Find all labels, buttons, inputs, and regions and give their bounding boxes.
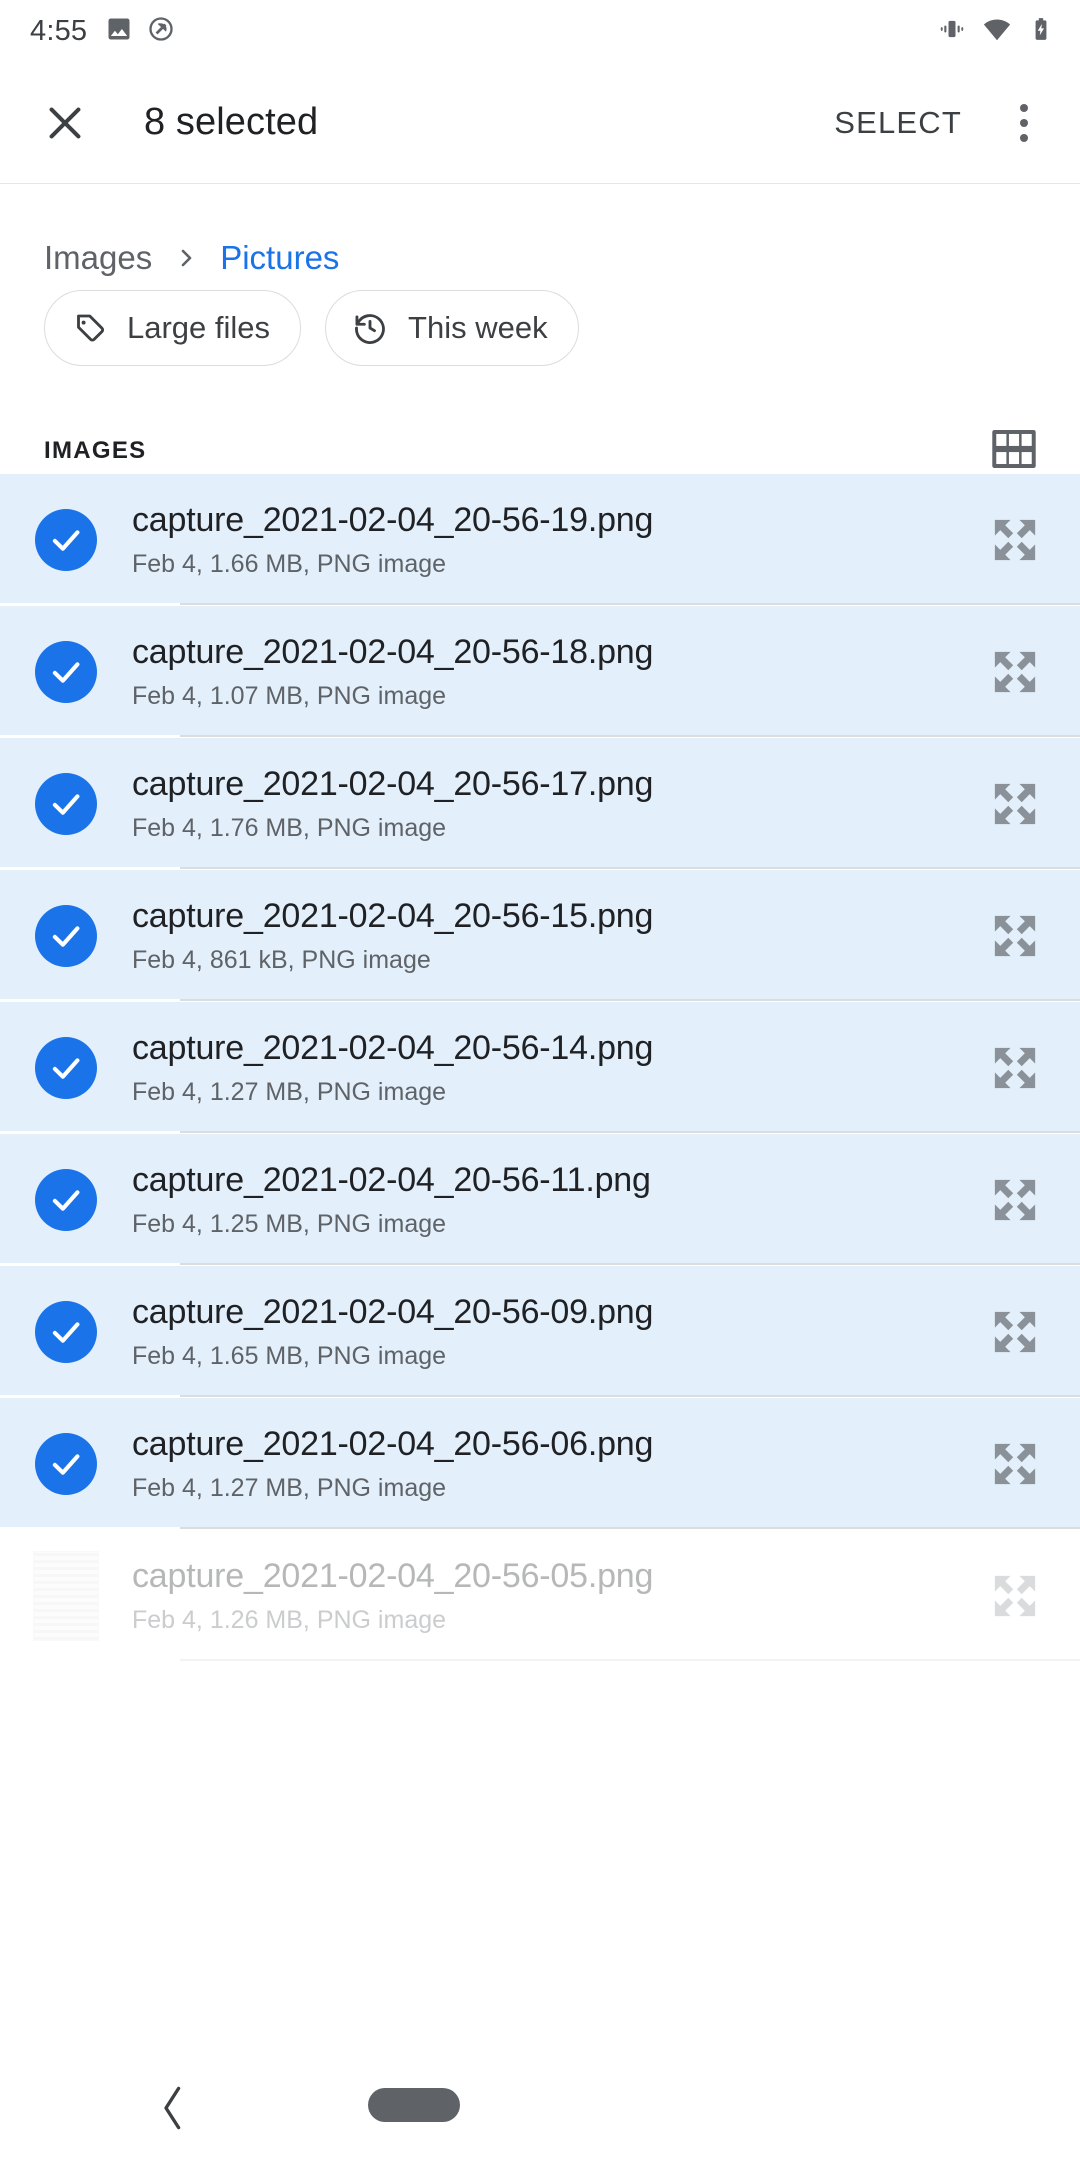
checkbox-circle [35,1169,97,1231]
more-dot [1020,133,1028,142]
file-info: capture_2021-02-04_20-56-17.png Feb 4, 1… [132,765,950,843]
table-row[interactable]: capture_2021-02-04_20-56-18.png Feb 4, 1… [0,606,1080,738]
table-row[interactable]: capture_2021-02-04_20-56-17.png Feb 4, 1… [0,738,1080,870]
row-checkbox-checked[interactable] [0,905,132,967]
do-not-disturb-icon [147,15,175,48]
table-row[interactable]: capture_2021-02-04_20-56-11.png Feb 4, 1… [0,1134,1080,1266]
chip-label: This week [408,310,548,345]
file-meta: Feb 4, 1.27 MB, PNG image [132,1474,447,1502]
file-info: capture_2021-02-04_20-56-09.png Feb 4, 1… [132,1293,950,1371]
grid-view-icon[interactable] [992,429,1036,473]
vibrate-icon [938,15,966,48]
file-name: capture_2021-02-04_20-56-05.png [132,1557,654,1595]
expand-icon[interactable] [950,1169,1080,1231]
selection-count-title: 8 selected [144,101,319,143]
battery-charging-icon [1028,15,1054,48]
file-meta: Feb 4, 861 kB, PNG image [132,946,431,974]
file-name: capture_2021-02-04_20-56-18.png [132,633,654,671]
file-thumbnail [33,1551,99,1641]
breadcrumb-item-images[interactable]: Images [44,239,152,277]
file-info: capture_2021-02-04_20-56-18.png Feb 4, 1… [132,633,950,711]
select-button[interactable]: SELECT [834,105,962,141]
expand-icon[interactable] [950,509,1080,571]
file-meta: Feb 4, 1.27 MB, PNG image [132,1078,447,1106]
file-meta: Feb 4, 1.25 MB, PNG image [132,1210,447,1238]
file-meta: Feb 4, 1.26 MB, PNG image [132,1606,447,1634]
row-checkbox-checked[interactable] [0,509,132,571]
row-checkbox-checked[interactable] [0,641,132,703]
expand-icon[interactable] [950,1565,1080,1627]
checkbox-circle [35,773,97,835]
checkbox-circle [35,1037,97,1099]
expand-icon[interactable] [950,1433,1080,1495]
more-options-icon[interactable] [996,92,1052,154]
image-icon [105,15,133,48]
section-header: IMAGES [0,366,1080,474]
file-list: capture_2021-02-04_20-56-19.png Feb 4, 1… [0,474,1080,1662]
status-bar-system-icons [938,14,1054,49]
table-row[interactable]: capture_2021-02-04_20-56-14.png Feb 4, 1… [0,1002,1080,1134]
status-bar-clock: 4:55 [30,14,88,47]
section-title: IMAGES [44,437,147,464]
tag-icon [71,310,107,346]
row-thumbnail[interactable] [0,1551,132,1641]
expand-icon[interactable] [950,1301,1080,1363]
file-meta: Feb 4, 1.76 MB, PNG image [132,814,447,842]
row-checkbox-checked[interactable] [0,1433,132,1495]
row-checkbox-checked[interactable] [0,1301,132,1363]
more-dot [1020,103,1028,112]
history-icon [352,310,388,346]
file-name: capture_2021-02-04_20-56-06.png [132,1425,654,1463]
file-info: capture_2021-02-04_20-56-11.png Feb 4, 1… [132,1161,950,1239]
selection-toolbar: 8 selected SELECT [0,62,1080,184]
chevron-right-icon [174,244,198,272]
expand-icon[interactable] [950,641,1080,703]
file-info: capture_2021-02-04_20-56-14.png Feb 4, 1… [132,1029,950,1107]
checkbox-circle [35,1301,97,1363]
wifi-icon [982,14,1012,49]
table-row[interactable]: capture_2021-02-04_20-56-06.png Feb 4, 1… [0,1398,1080,1530]
expand-icon[interactable] [950,773,1080,835]
row-divider [0,1659,1080,1662]
filter-chip-row: Large files This week [0,276,1080,366]
file-name: capture_2021-02-04_20-56-19.png [132,501,654,539]
gesture-nav-pill[interactable] [368,2088,460,2122]
checkbox-circle [35,905,97,967]
expand-icon[interactable] [950,1037,1080,1099]
checkbox-circle [35,641,97,703]
breadcrumb: Images Pictures [0,184,1080,276]
table-row[interactable]: capture_2021-02-04_20-56-19.png Feb 4, 1… [0,474,1080,606]
file-name: capture_2021-02-04_20-56-15.png [132,897,654,935]
back-chevron-icon[interactable] [150,2078,196,2138]
expand-icon[interactable] [950,905,1080,967]
status-bar-notification-icons [105,15,175,48]
file-name: capture_2021-02-04_20-56-09.png [132,1293,654,1331]
file-name: capture_2021-02-04_20-56-11.png [132,1161,651,1199]
file-name: capture_2021-02-04_20-56-17.png [132,765,654,803]
close-selection-button[interactable] [34,92,96,154]
row-checkbox-checked[interactable] [0,773,132,835]
checkbox-circle [35,1433,97,1495]
chip-large-files[interactable]: Large files [44,290,302,366]
table-row[interactable]: capture_2021-02-04_20-56-09.png Feb 4, 1… [0,1266,1080,1398]
row-checkbox-checked[interactable] [0,1037,132,1099]
checkbox-circle [35,509,97,571]
file-meta: Feb 4, 1.07 MB, PNG image [132,682,447,710]
file-info: capture_2021-02-04_20-56-19.png Feb 4, 1… [132,501,950,579]
file-meta: Feb 4, 1.66 MB, PNG image [132,550,447,578]
row-checkbox-checked[interactable] [0,1169,132,1231]
breadcrumb-item-pictures[interactable]: Pictures [220,239,339,277]
file-info: capture_2021-02-04_20-56-06.png Feb 4, 1… [132,1425,950,1503]
thumbnail-image [34,1552,98,1640]
chip-label: Large files [127,310,271,345]
status-bar: 4:55 [0,0,1080,62]
file-name: capture_2021-02-04_20-56-14.png [132,1029,654,1067]
file-info: capture_2021-02-04_20-56-15.png Feb 4, 8… [132,897,950,975]
more-dot [1020,118,1028,127]
file-info: capture_2021-02-04_20-56-05.png Feb 4, 1… [132,1557,950,1635]
table-row[interactable]: capture_2021-02-04_20-56-15.png Feb 4, 8… [0,870,1080,1002]
table-row[interactable]: capture_2021-02-04_20-56-05.png Feb 4, 1… [0,1530,1080,1662]
chip-this-week[interactable]: This week [325,290,579,366]
file-meta: Feb 4, 1.65 MB, PNG image [132,1342,447,1370]
